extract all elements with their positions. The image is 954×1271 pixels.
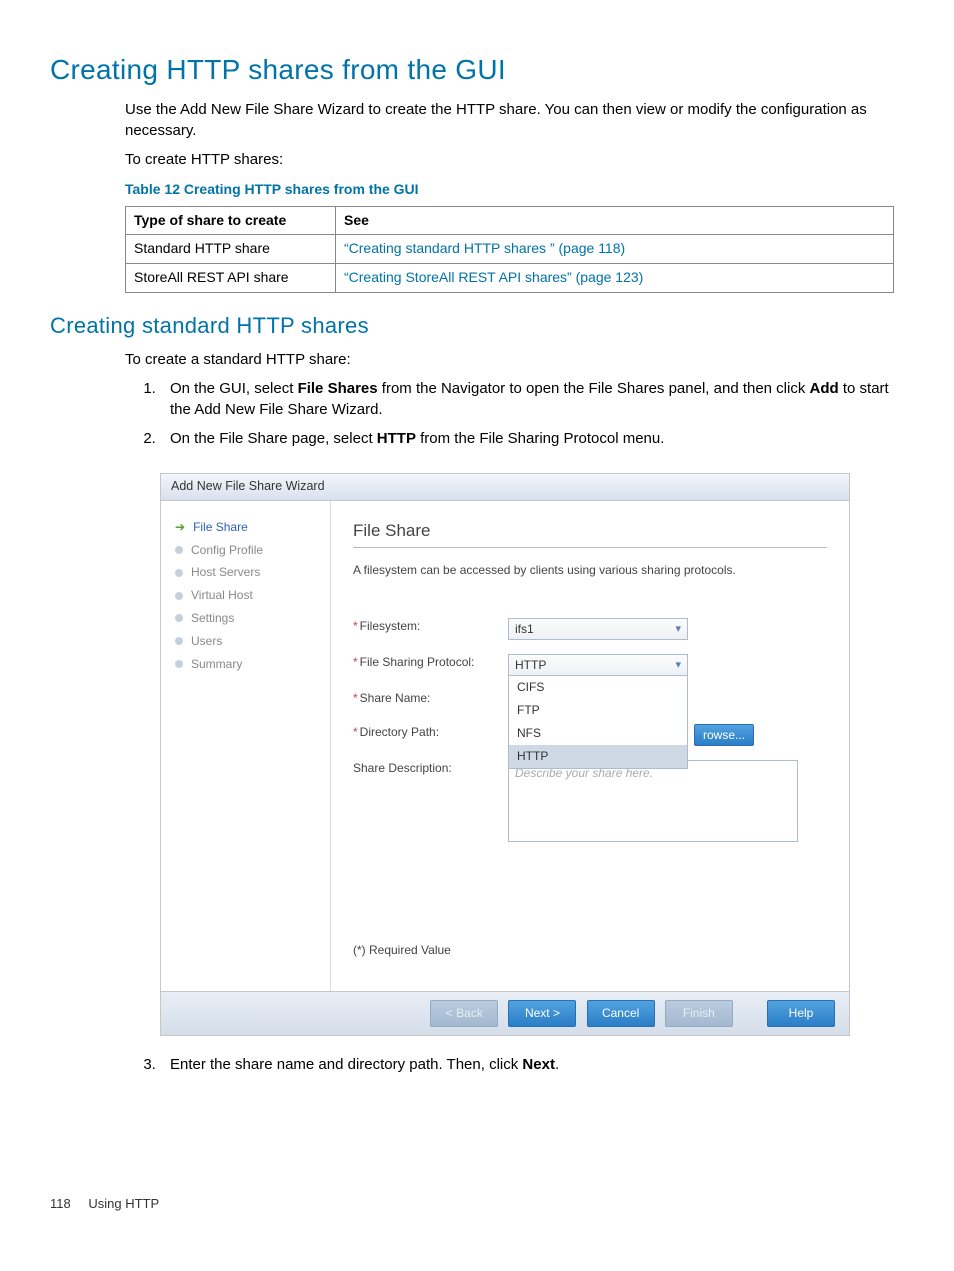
wizard-nav-item-virtual-host[interactable]: Virtual Host <box>175 587 316 604</box>
help-button[interactable]: Help <box>767 1000 835 1027</box>
browse-button[interactable]: rowse... <box>694 724 754 746</box>
wizard-nav-item-summary[interactable]: Summary <box>175 656 316 673</box>
table-cell-link[interactable]: “Creating standard HTTP shares ” (page 1… <box>336 235 894 264</box>
protocol-option-http[interactable]: HTTP <box>509 745 687 768</box>
chevron-down-icon: ▾ <box>675 658 681 673</box>
protocol-option-ftp[interactable]: FTP <box>509 699 687 722</box>
filesystem-label: Filesystem: <box>360 619 421 633</box>
wizard-nav-item-config-profile[interactable]: Config Profile <box>175 542 316 559</box>
table-row: StoreAll REST API share “Creating StoreA… <box>126 263 894 292</box>
wizard-window: Add New File Share Wizard ➔ File Share C… <box>160 473 850 1035</box>
protocol-dropdown: CIFS FTP NFS HTTP <box>508 676 688 768</box>
page-title: Creating HTTP shares from the GUI <box>50 50 894 89</box>
step-1: On the GUI, select File Shares from the … <box>160 378 894 420</box>
cancel-button[interactable]: Cancel <box>587 1000 655 1027</box>
table-caption: Table 12 Creating HTTP shares from the G… <box>125 180 894 200</box>
table-cell: Standard HTTP share <box>126 235 336 264</box>
protocol-option-nfs[interactable]: NFS <box>509 722 687 745</box>
share-type-table: Type of share to create See Standard HTT… <box>125 206 894 293</box>
wizard-nav-item-users[interactable]: Users <box>175 633 316 650</box>
wizard-nav-label: File Share <box>193 519 248 536</box>
table-cell-link[interactable]: “Creating StoreAll REST API shares” (pag… <box>336 263 894 292</box>
protocol-select[interactable]: HTTP ▾ <box>508 654 688 676</box>
bullet-icon <box>175 660 183 668</box>
intro-paragraph: Use the Add New File Share Wizard to cre… <box>125 99 894 141</box>
finish-button: Finish <box>665 1000 733 1027</box>
bullet-icon <box>175 637 183 645</box>
wizard-page-heading: File Share <box>353 519 827 543</box>
required-note: (*) Required Value <box>353 942 827 959</box>
protocol-option-cifs[interactable]: CIFS <box>509 676 687 699</box>
wizard-nav-item-settings[interactable]: Settings <box>175 610 316 627</box>
bullet-icon <box>175 546 183 554</box>
filesystem-select[interactable]: ifs1 ▾ <box>508 618 688 640</box>
bullet-icon <box>175 614 183 622</box>
wizard-titlebar: Add New File Share Wizard <box>161 474 849 501</box>
description-textarea[interactable]: Describe your share here. <box>508 760 798 842</box>
footer-section: Using HTTP <box>88 1196 159 1211</box>
wizard-nav-item-host-servers[interactable]: Host Servers <box>175 564 316 581</box>
step-3: Enter the share name and directory path.… <box>160 1054 894 1075</box>
wizard-page-desc: A filesystem can be accessed by clients … <box>353 562 827 579</box>
next-button[interactable]: Next > <box>508 1000 576 1027</box>
wizard-footer: < Back Next > Cancel Finish Help <box>161 991 849 1035</box>
sub-intro: To create a standard HTTP share: <box>125 349 894 370</box>
table-header: See <box>336 206 894 235</box>
section-heading: Creating standard HTTP shares <box>50 311 894 342</box>
chevron-down-icon: ▾ <box>675 622 681 637</box>
arrow-right-icon: ➔ <box>175 521 185 533</box>
table-header: Type of share to create <box>126 206 336 235</box>
protocol-label: File Sharing Protocol: <box>360 655 475 669</box>
wizard-nav: ➔ File Share Config Profile Host Servers… <box>161 501 331 991</box>
pre-list-text: To create HTTP shares: <box>125 149 894 170</box>
wizard-nav-item-file-share[interactable]: ➔ File Share <box>175 519 316 536</box>
back-button: < Back <box>430 1000 498 1027</box>
bullet-icon <box>175 569 183 577</box>
bullet-icon <box>175 592 183 600</box>
step-2: On the File Share page, select HTTP from… <box>160 428 894 449</box>
table-cell: StoreAll REST API share <box>126 263 336 292</box>
description-label: Share Description: <box>353 761 452 775</box>
table-row: Standard HTTP share “Creating standard H… <box>126 235 894 264</box>
page-number: 118 <box>50 1195 71 1213</box>
sharename-label: Share Name: <box>360 691 431 705</box>
dirpath-label: Directory Path: <box>360 725 439 739</box>
